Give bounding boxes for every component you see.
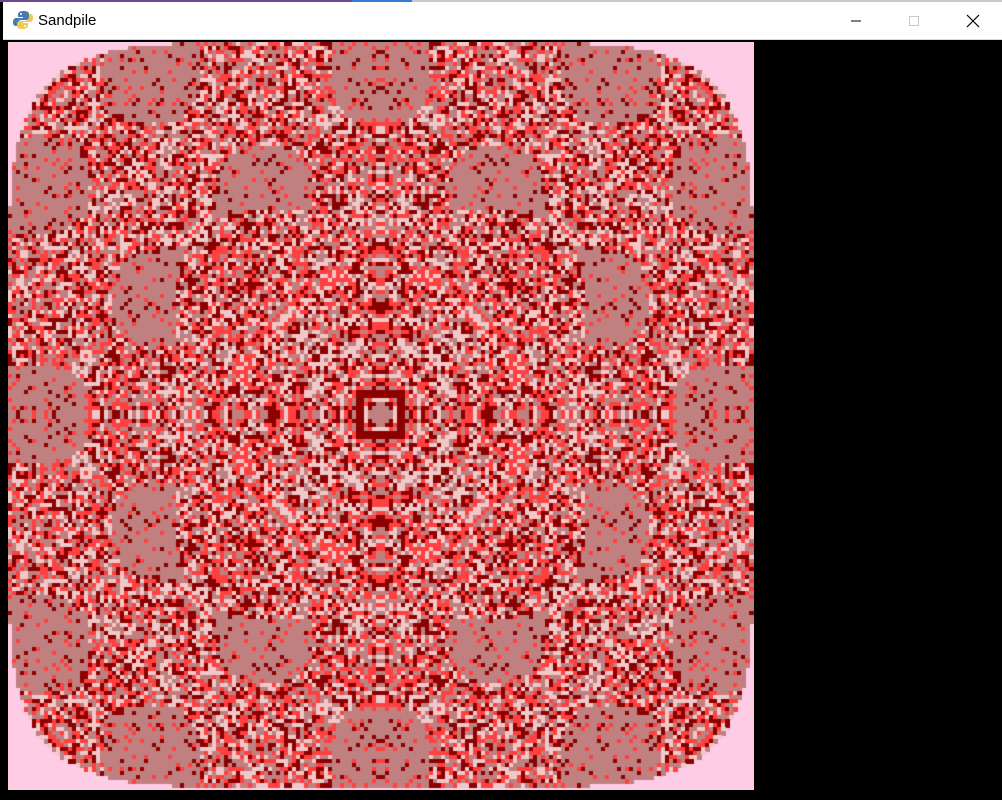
sandpile-render: [8, 42, 754, 790]
window-title: Sandpile: [38, 12, 97, 29]
app-window: Sandpile: [3, 2, 1002, 800]
python-icon: [13, 10, 33, 30]
maximize-button[interactable]: [885, 2, 943, 39]
pygame-canvas[interactable]: [3, 40, 1002, 800]
maximize-icon: [909, 15, 919, 26]
minimize-button[interactable]: [827, 2, 885, 39]
canvas-bottom-strip: [3, 792, 1002, 800]
close-icon: [966, 14, 980, 27]
minimize-icon: [851, 20, 861, 21]
close-button[interactable]: [944, 2, 1002, 39]
title-bar[interactable]: Sandpile: [3, 2, 1002, 40]
